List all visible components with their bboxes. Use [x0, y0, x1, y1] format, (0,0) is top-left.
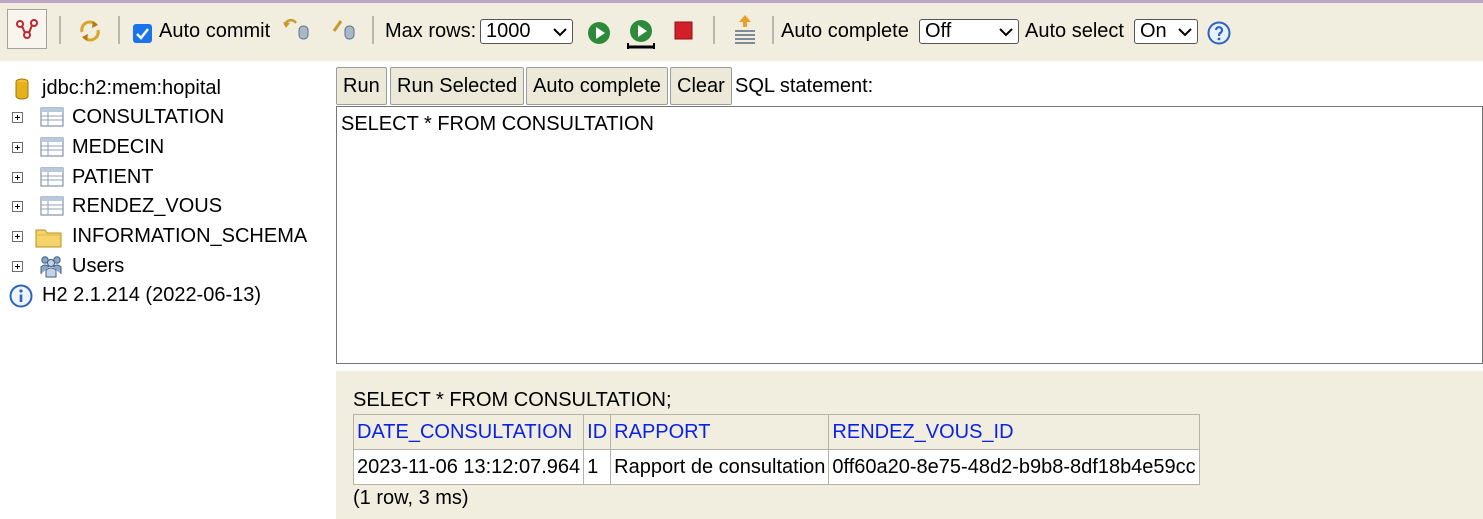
- commit-button[interactable]: [281, 15, 311, 45]
- run-selected-icon: [627, 20, 655, 49]
- checkmark-icon: [136, 28, 149, 40]
- column-header[interactable]: DATE_CONSULTATION: [352, 414, 585, 450]
- expand-icon[interactable]: [12, 231, 23, 242]
- connection-node[interactable]: jdbc:h2:mem:hopital: [0, 73, 336, 103]
- rollback-icon: [332, 20, 355, 40]
- tree-item-patient[interactable]: PATIENT: [0, 162, 336, 192]
- run-selected-icon-btn[interactable]: [624, 16, 658, 52]
- results-panel: SELECT * FROM CONSULTATION; DATE_CONSULT…: [336, 371, 1483, 519]
- result-status: (1 row, 3 ms): [353, 487, 469, 509]
- separator: [713, 16, 715, 44]
- commit-icon: [283, 18, 309, 40]
- table-icon: [40, 196, 64, 216]
- table-cell: 2023-11-06 13:12:07.964: [352, 449, 585, 485]
- sql-text: SELECT * FROM CONSULTATION: [341, 113, 654, 135]
- table-icon: [40, 137, 64, 157]
- run-selected-button[interactable]: Run Selected: [390, 67, 525, 105]
- stop-button[interactable]: [670, 17, 698, 45]
- folder-icon: [35, 229, 62, 248]
- database-icon: [15, 78, 29, 100]
- column-header[interactable]: ID: [583, 414, 612, 450]
- auto-select-select[interactable]: On: [1134, 19, 1198, 44]
- refresh-button[interactable]: [74, 15, 106, 47]
- chevron-down-icon: [1178, 28, 1192, 37]
- sql-input[interactable]: SELECT * FROM CONSULTATION: [336, 106, 1483, 364]
- run-button-icon-btn[interactable]: [584, 18, 614, 48]
- tree-item-label: Users: [72, 255, 125, 277]
- separator: [59, 16, 61, 44]
- auto-complete-label: Auto complete: [781, 20, 909, 42]
- tree-item-label: INFORMATION_SCHEMA: [72, 225, 308, 247]
- expand-icon[interactable]: [12, 142, 23, 153]
- tree-item-information-schema[interactable]: INFORMATION_SCHEMA: [0, 221, 336, 251]
- max-rows-select[interactable]: 1000: [480, 19, 573, 44]
- expand-icon[interactable]: [12, 261, 23, 272]
- tree-item-label: CONSULTATION: [72, 106, 225, 128]
- tree-item-users[interactable]: Users: [0, 251, 336, 281]
- disconnect-icon: [16, 19, 38, 39]
- result-query: SELECT * FROM CONSULTATION;: [353, 389, 672, 411]
- auto-select-value: On: [1140, 20, 1167, 42]
- help-button[interactable]: [1206, 20, 1232, 46]
- table-icon: [40, 167, 64, 187]
- info-icon: [9, 284, 33, 308]
- users-icon: [40, 256, 62, 278]
- history-button[interactable]: [730, 13, 760, 49]
- run-icon: [588, 22, 610, 44]
- connection-label: jdbc:h2:mem:hopital: [42, 77, 221, 99]
- tree-item-label: RENDEZ_VOUS: [72, 195, 223, 217]
- run-button[interactable]: Run: [336, 67, 387, 105]
- auto-complete-value: Off: [925, 20, 952, 42]
- stop-icon: [674, 21, 693, 40]
- auto-complete-select[interactable]: Off: [919, 19, 1019, 44]
- table-cell: 0ff60a20-8e75-48d2-b9b8-8df18b4e59cc: [828, 449, 1200, 485]
- version-info: H2 2.1.214 (2022-06-13): [0, 280, 336, 310]
- max-rows-value: 1000: [486, 20, 531, 42]
- refresh-icon: [80, 20, 100, 42]
- table-cell: 1: [583, 449, 612, 485]
- separator: [372, 16, 374, 44]
- separator: [772, 16, 774, 44]
- column-header[interactable]: RENDEZ_VOUS_ID: [828, 414, 1200, 450]
- tree-item-rendez-vous[interactable]: RENDEZ_VOUS: [0, 191, 336, 221]
- clear-button[interactable]: Clear: [670, 67, 732, 105]
- tree-item-medecin[interactable]: MEDECIN: [0, 132, 336, 162]
- auto-commit-checkbox[interactable]: [133, 24, 152, 43]
- chevron-down-icon: [999, 28, 1013, 37]
- auto-commit-label: Auto commit: [159, 20, 271, 42]
- disconnect-button[interactable]: [7, 9, 47, 49]
- version-label: H2 2.1.214 (2022-06-13): [42, 284, 262, 306]
- table-cell: Rapport de consultation: [610, 449, 830, 485]
- separator: [118, 16, 120, 44]
- expand-icon[interactable]: [12, 112, 23, 123]
- tree-item-label: PATIENT: [72, 166, 154, 188]
- help-icon: [1207, 21, 1231, 45]
- table-header-row: DATE_CONSULTATION ID RAPPORT RENDEZ_VOUS…: [352, 414, 1200, 450]
- tree-item-consultation[interactable]: CONSULTATION: [0, 102, 336, 132]
- max-rows-label: Max rows:: [385, 20, 477, 42]
- expand-icon[interactable]: [12, 172, 23, 183]
- table-row: 2023-11-06 13:12:07.964 1 Rapport de con…: [352, 449, 1200, 485]
- auto-complete-button[interactable]: Auto complete: [526, 67, 668, 105]
- rollback-button[interactable]: [329, 15, 359, 45]
- object-tree: jdbc:h2:mem:hopital CONSULTATION MEDECIN…: [0, 61, 336, 519]
- chevron-down-icon: [553, 28, 567, 37]
- toolbar: Auto commit Max rows: 1000 Auto complete…: [0, 3, 1483, 61]
- tree-item-label: MEDECIN: [72, 136, 165, 158]
- result-table: DATE_CONSULTATION ID RAPPORT RENDEZ_VOUS…: [352, 414, 1200, 485]
- sql-statement-label: SQL statement:: [735, 75, 874, 97]
- column-header[interactable]: RAPPORT: [610, 414, 830, 450]
- expand-icon[interactable]: [12, 201, 23, 212]
- table-icon: [40, 107, 64, 127]
- auto-select-label: Auto select: [1025, 20, 1124, 42]
- sql-editor-panel: Run Run Selected Auto complete Clear SQL…: [336, 61, 1483, 371]
- history-icon: [735, 15, 755, 44]
